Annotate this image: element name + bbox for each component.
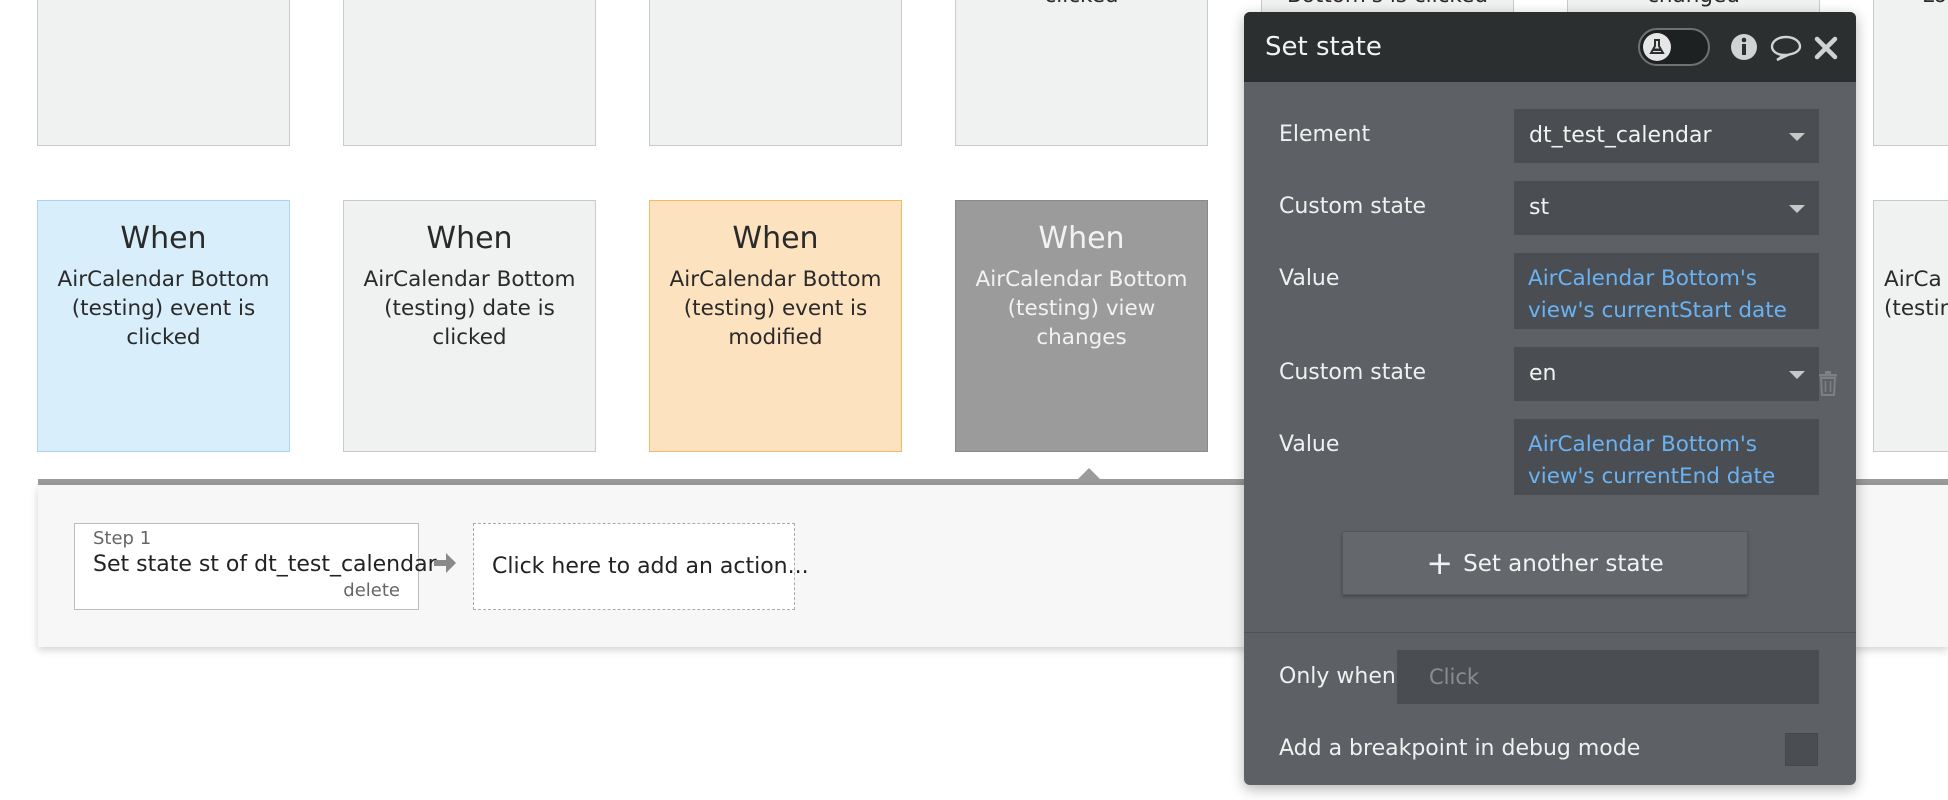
comment-icon[interactable] [1769,34,1803,62]
event-card-top-1[interactable] [37,0,290,146]
value-expression-1[interactable]: AirCalendar Bottom's view's currentStart… [1514,253,1819,329]
dialog-divider [1244,632,1856,633]
element-label: Element [1279,122,1371,147]
add-action-button[interactable]: Click here to add an action... [473,523,809,610]
custom-state-dropdown-1[interactable]: st [1514,181,1819,235]
selected-card-pointer [1077,468,1101,480]
chevron-down-icon [1789,133,1805,141]
element-dropdown[interactable]: dt_test_calendar [1514,109,1819,163]
dialog-header: Set state [1244,12,1856,82]
custom-state-dropdown-2[interactable]: en [1514,347,1819,401]
arrow-right-icon [434,553,456,573]
dialog-title: Set state [1265,32,1382,62]
plus-icon: + [1426,544,1454,582]
value-expression-2[interactable]: AirCalendar Bottom's view's currentEnd d… [1514,419,1819,495]
card-when-label: When [426,221,513,256]
card-when-label: When [1038,221,1125,256]
custom-state-label: Custom state [1279,194,1427,219]
event-card-partial[interactable]: AirCa (testin [1873,200,1948,452]
step-number: Step 1 [93,528,152,549]
event-card-top-2[interactable] [343,0,596,146]
event-card-top-4-text: clicked [956,0,1207,8]
card-description: AirCalendar Bottom (testing) event is cl… [57,267,270,350]
card-description: AirCa (testin [1884,267,1948,321]
event-card-date-clicked[interactable]: When AirCalendar Bottom (testing) date i… [343,200,596,452]
event-card-top-7-text: Lo [1922,0,1948,8]
workflow-step-1[interactable]: Step 1 Set state st of dt_test_calendar … [74,523,437,610]
custom-state-value: st [1529,195,1550,220]
breakpoint-checkbox[interactable] [1785,733,1818,766]
card-when-label: When [732,221,819,256]
event-card-top-6-text: changed [1568,0,1819,8]
event-card-top-7[interactable]: Lo [1873,0,1948,146]
test-mode-toggle[interactable] [1638,28,1710,66]
card-description: AirCalendar Bottom (testing) event is mo… [669,267,882,350]
event-card-view-changes[interactable]: When AirCalendar Bottom (testing) view c… [955,200,1208,452]
event-card-top-5-text: Bottom's is clicked [1262,0,1513,8]
trash-icon[interactable] [1817,370,1839,396]
custom-state-label: Custom state [1279,360,1427,385]
element-value: dt_test_calendar [1529,123,1712,148]
step-delete-link[interactable]: delete [343,580,400,601]
info-icon[interactable] [1729,32,1759,62]
event-card-top-4[interactable]: clicked [955,0,1208,146]
flask-icon [1649,39,1665,54]
custom-state-value: en [1529,361,1557,386]
event-card-event-modified[interactable]: When AirCalendar Bottom (testing) event … [649,200,902,452]
value-label: Value [1279,432,1340,457]
chevron-down-icon [1789,371,1805,379]
step-title: Set state st of dt_test_calendar [93,552,437,577]
value-label: Value [1279,266,1340,291]
only-when-input[interactable]: Click [1397,650,1819,704]
set-state-dialog: Set state Element dt_test_calendar Custo… [1244,12,1856,785]
toggle-knob [1643,33,1671,61]
breakpoint-label: Add a breakpoint in debug mode [1279,736,1641,761]
only-when-label: Only when [1279,664,1396,689]
event-card-event-clicked[interactable]: When AirCalendar Bottom (testing) event … [37,200,290,452]
card-description: AirCalendar Bottom (testing) date is cli… [363,267,576,350]
event-card-top-3[interactable] [649,0,902,146]
chevron-down-icon [1789,205,1805,213]
card-description: AirCalendar Bottom (testing) view change… [975,267,1188,350]
set-another-state-button[interactable]: + Set another state [1342,531,1748,595]
card-when-label: When [120,221,207,256]
close-icon[interactable] [1814,36,1838,60]
set-another-state-label: Set another state [1463,551,1664,577]
